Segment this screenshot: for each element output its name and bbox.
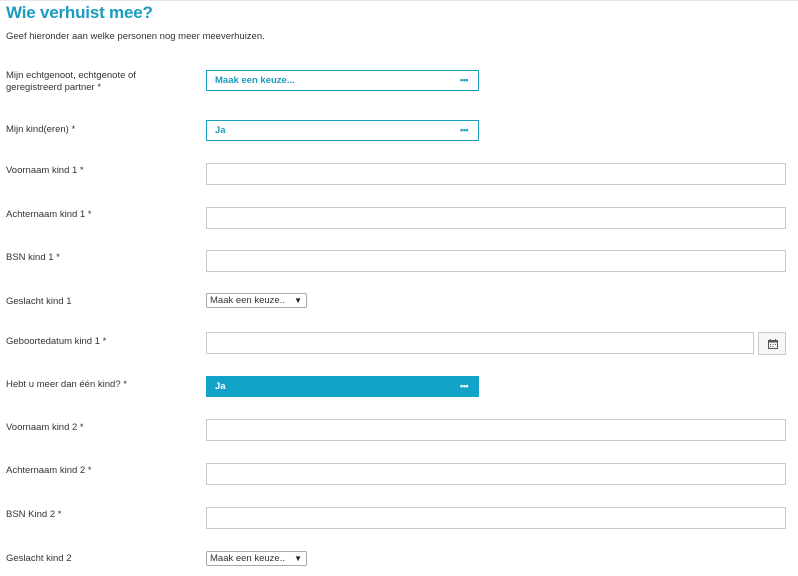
- geslacht-kind-2-value: Maak een keuze..: [210, 553, 285, 564]
- meer-dan-een-kind-value: Ja: [215, 381, 226, 392]
- bsn-kind-1-input[interactable]: [206, 250, 786, 272]
- kinderen-choice-value: Ja: [215, 125, 226, 136]
- top-divider: [0, 0, 798, 1]
- geslacht-kind-2-select[interactable]: Maak een keuze.. ▼: [206, 551, 307, 566]
- achternaam-kind-2-label: Achternaam kind 2 *: [6, 465, 92, 476]
- meer-dan-een-kind-label: Hebt u meer dan één kind? *: [6, 379, 127, 390]
- kinderen-choice-button[interactable]: Ja •••: [206, 120, 479, 141]
- geboortedatum-kind-1-input[interactable]: [206, 332, 754, 354]
- bsn-kind-1-label: BSN kind 1 *: [6, 252, 60, 263]
- page-intro: Geef hieronder aan welke personen nog me…: [6, 31, 265, 42]
- voornaam-kind-2-label: Voornaam kind 2 *: [6, 422, 84, 433]
- achternaam-kind-1-label: Achternaam kind 1 *: [6, 209, 92, 220]
- meer-dan-een-kind-choice-button[interactable]: Ja •••: [206, 376, 479, 397]
- voornaam-kind-1-input[interactable]: [206, 163, 786, 185]
- voornaam-kind-2-input[interactable]: [206, 419, 786, 441]
- dropdown-arrow-icon: ▼: [294, 296, 302, 305]
- geboortedatum-kind-1-label: Geboortedatum kind 1 *: [6, 336, 107, 347]
- page-title: Wie verhuist mee?: [6, 3, 153, 22]
- geslacht-kind-2-label: Geslacht kind 2: [6, 553, 72, 564]
- geslacht-kind-1-label: Geslacht kind 1: [6, 296, 72, 307]
- geslacht-kind-1-value: Maak een keuze..: [210, 295, 285, 306]
- bsn-kind-2-label: BSN Kind 2 *: [6, 509, 62, 520]
- more-icon: •••: [460, 381, 468, 391]
- achternaam-kind-1-input[interactable]: [206, 207, 786, 229]
- partner-choice-button[interactable]: Maak een keuze... •••: [206, 70, 479, 91]
- partner-choice-value: Maak een keuze...: [215, 75, 295, 86]
- achternaam-kind-2-input[interactable]: [206, 463, 786, 485]
- calendar-button[interactable]: [758, 332, 786, 355]
- dropdown-arrow-icon: ▼: [294, 554, 302, 563]
- kinderen-label: Mijn kind(eren) *: [6, 124, 76, 135]
- more-icon: •••: [460, 125, 468, 135]
- calendar-icon: [768, 339, 778, 349]
- bsn-kind-2-input[interactable]: [206, 507, 786, 529]
- partner-label: Mijn echtgenoot, echtgenote of geregistr…: [6, 70, 136, 93]
- voornaam-kind-1-label: Voornaam kind 1 *: [6, 165, 84, 176]
- geslacht-kind-1-select[interactable]: Maak een keuze.. ▼: [206, 293, 307, 308]
- more-icon: •••: [460, 75, 468, 85]
